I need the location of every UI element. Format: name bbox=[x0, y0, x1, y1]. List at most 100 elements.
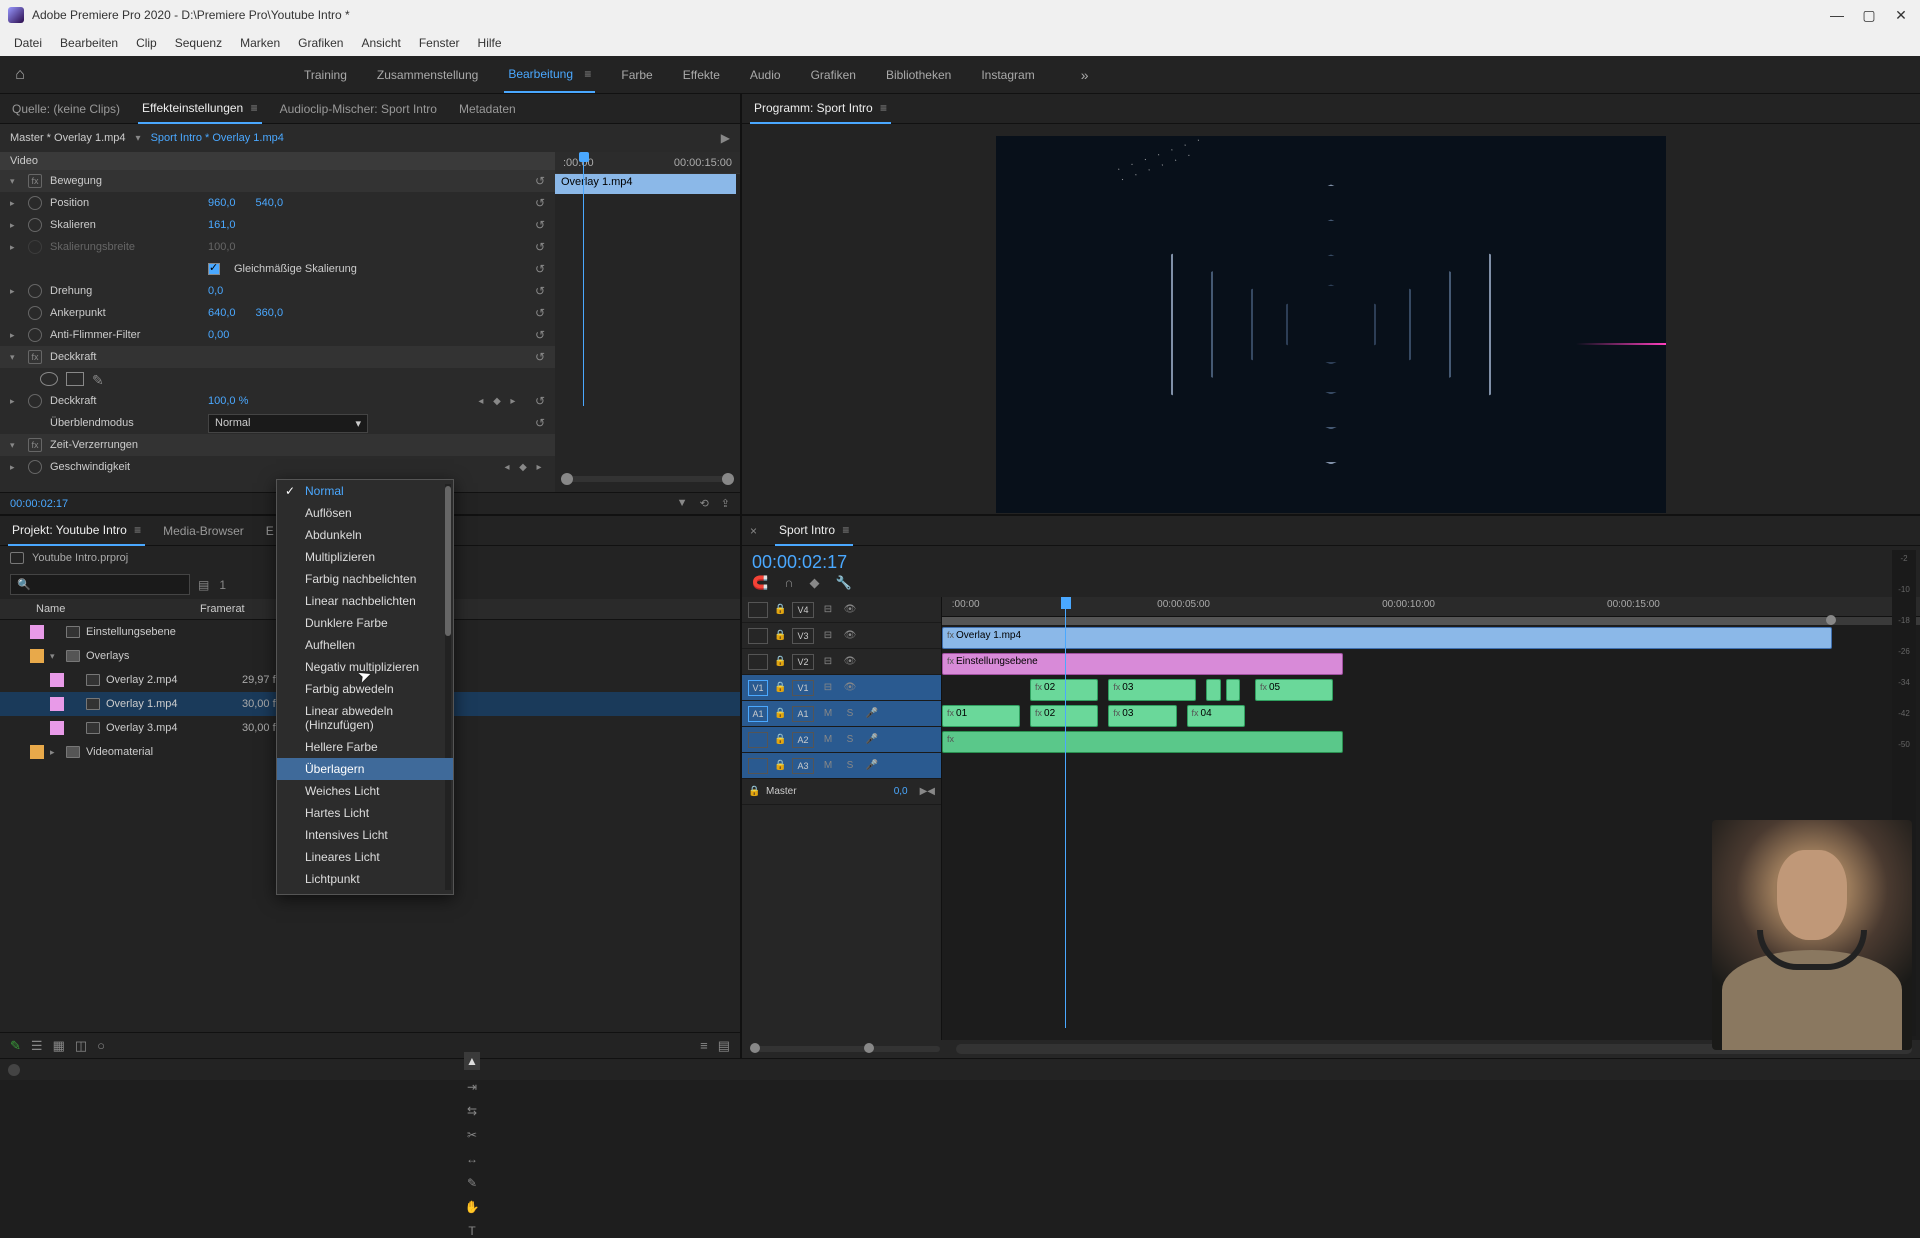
fx-badge-icon[interactable]: fx bbox=[1113, 682, 1120, 692]
twirl-icon[interactable]: ▸ bbox=[50, 747, 60, 758]
ec-mini-timeline[interactable]: :00:00 00:00:15:00 Overlay 1.mp4 bbox=[555, 152, 740, 492]
blend-option-darkercolor[interactable]: Dunklere Farbe bbox=[277, 612, 453, 634]
reset-icon[interactable]: ↺ bbox=[535, 196, 545, 210]
anchor-y[interactable]: 360,0 bbox=[256, 307, 284, 319]
panel-menu-icon[interactable]: ≡ bbox=[247, 101, 257, 115]
uniform-scale-checkbox[interactable] bbox=[208, 263, 220, 275]
home-icon[interactable]: ⌂ bbox=[0, 66, 40, 84]
add-keyframe-icon[interactable]: ◆ bbox=[517, 462, 529, 473]
label-swatch[interactable] bbox=[50, 697, 64, 711]
label-swatch[interactable] bbox=[30, 745, 44, 759]
ec-zoom-slider[interactable] bbox=[561, 476, 734, 482]
stopwatch-icon[interactable] bbox=[28, 394, 42, 408]
workspace-menu-icon[interactable]: ≡ bbox=[581, 67, 591, 81]
ec-motion-group[interactable]: ▾fx Bewegung ↺ bbox=[0, 170, 555, 192]
sync-lock-icon[interactable]: ⊟ bbox=[820, 630, 836, 641]
timeline-clip[interactable]: fx01 bbox=[942, 705, 1020, 727]
source-patch[interactable] bbox=[748, 758, 768, 774]
reset-icon[interactable]: ↺ bbox=[535, 284, 545, 298]
monitor-icon[interactable]: ▶◀ bbox=[920, 786, 935, 797]
reset-icon[interactable]: ↺ bbox=[535, 240, 545, 254]
timeline-clip[interactable]: fx03 bbox=[1108, 705, 1176, 727]
column-name[interactable]: Name bbox=[10, 603, 200, 615]
filter-bin-icon[interactable]: ▤ bbox=[198, 578, 209, 592]
close-button[interactable]: ✕ bbox=[1894, 8, 1908, 22]
lock-icon[interactable]: 🔒 bbox=[748, 786, 760, 797]
prev-keyframe-icon[interactable]: ◂ bbox=[501, 462, 513, 473]
ec-sequence-clip[interactable]: Sport Intro * Overlay 1.mp4 bbox=[151, 132, 284, 144]
ec-opacity-group[interactable]: ▾fx Deckkraft ↺ bbox=[0, 346, 555, 368]
fx-badge-icon[interactable]: fx bbox=[1113, 708, 1120, 718]
toggle-track-output-icon[interactable]: 👁 bbox=[842, 656, 858, 667]
workspace-audio[interactable]: Audio bbox=[746, 58, 785, 92]
mute-icon[interactable]: M bbox=[820, 708, 836, 719]
stopwatch-icon[interactable] bbox=[28, 196, 42, 210]
audio-track-header[interactable]: 🔒 A3 M S 🎤 bbox=[742, 753, 941, 779]
selection-tool-icon[interactable]: ▲ bbox=[464, 1052, 480, 1070]
stopwatch-icon[interactable] bbox=[28, 284, 42, 298]
timeline-audio-clip[interactable]: fx bbox=[942, 731, 1343, 753]
toggle-track-output-icon[interactable]: 👁 bbox=[842, 630, 858, 641]
panel-menu-icon[interactable]: ≡ bbox=[839, 523, 849, 537]
menu-ansicht[interactable]: Ansicht bbox=[353, 33, 408, 53]
sort-icon[interactable]: ≡ bbox=[700, 1038, 708, 1053]
menu-datei[interactable]: Datei bbox=[6, 33, 50, 53]
blend-option-pinlight[interactable]: Lichtpunkt bbox=[277, 868, 453, 890]
workspace-effects[interactable]: Effekte bbox=[679, 58, 724, 92]
mask-rect-icon[interactable] bbox=[66, 372, 84, 386]
timeline-settings-icon[interactable]: 🔧 bbox=[836, 575, 852, 591]
blend-option-linearburn[interactable]: Linear nachbelichten bbox=[277, 590, 453, 612]
timeline-clip[interactable]: fxOverlay 1.mp4 bbox=[942, 627, 1832, 649]
ripple-tool-icon[interactable]: ⇆ bbox=[467, 1104, 477, 1118]
search-input[interactable] bbox=[10, 574, 190, 595]
reset-icon[interactable]: ↺ bbox=[535, 416, 545, 430]
workspace-libraries[interactable]: Bibliotheken bbox=[882, 58, 955, 92]
lock-icon[interactable]: 🔒 bbox=[774, 734, 786, 745]
label-swatch[interactable] bbox=[30, 649, 44, 663]
blend-option-normal[interactable]: Normal bbox=[277, 480, 453, 502]
menu-fenster[interactable]: Fenster bbox=[411, 33, 468, 53]
fx-badge-icon[interactable]: fx bbox=[947, 656, 954, 666]
next-keyframe-icon[interactable]: ▸ bbox=[507, 396, 519, 407]
lock-icon[interactable]: 🔒 bbox=[774, 682, 786, 693]
menu-clip[interactable]: Clip bbox=[128, 33, 165, 53]
antiflicker-value[interactable]: 0,00 bbox=[208, 329, 229, 341]
workspace-training[interactable]: Training bbox=[300, 58, 351, 92]
solo-icon[interactable]: S bbox=[842, 708, 858, 719]
workspace-overflow-icon[interactable]: » bbox=[1081, 67, 1089, 83]
master-value[interactable]: 0,0 bbox=[894, 786, 908, 797]
twirl-icon[interactable]: ▾ bbox=[50, 651, 60, 662]
track-target[interactable]: V3 bbox=[792, 628, 814, 644]
snap-icon[interactable]: 🧲 bbox=[752, 575, 768, 591]
blend-option-colorburn[interactable]: Farbig nachbelichten bbox=[277, 568, 453, 590]
tab-audio-mixer[interactable]: Audioclip-Mischer: Sport Intro bbox=[276, 95, 441, 123]
voiceover-icon[interactable]: 🎤 bbox=[864, 760, 880, 771]
lock-icon[interactable]: 🔒 bbox=[774, 656, 786, 667]
master-track-header[interactable]: 🔒 Master 0,0 ▶◀ bbox=[742, 779, 941, 805]
fx-badge-icon[interactable]: fx bbox=[947, 734, 954, 744]
export-icon[interactable]: ⇪ bbox=[721, 497, 730, 510]
stopwatch-icon[interactable] bbox=[28, 328, 42, 342]
tab-source[interactable]: Quelle: (keine Clips) bbox=[8, 95, 124, 123]
linked-selection-icon[interactable]: ∩ bbox=[784, 575, 793, 591]
source-patch[interactable]: V1 bbox=[748, 680, 768, 696]
fx-badge-icon[interactable]: fx bbox=[1035, 682, 1042, 692]
timeline-clip[interactable]: fxEinstellungsebene bbox=[942, 653, 1343, 675]
reset-icon[interactable]: ↺ bbox=[535, 328, 545, 342]
solo-icon[interactable]: S bbox=[842, 734, 858, 745]
reset-icon[interactable]: ↺ bbox=[535, 174, 545, 188]
mute-icon[interactable]: M bbox=[820, 734, 836, 745]
stopwatch-icon[interactable] bbox=[28, 218, 42, 232]
blend-option-lightercolor[interactable]: Hellere Farbe bbox=[277, 736, 453, 758]
sync-lock-icon[interactable]: ⊟ bbox=[820, 656, 836, 667]
minimize-button[interactable]: — bbox=[1830, 8, 1844, 22]
track-target[interactable]: A1 bbox=[792, 706, 814, 722]
blend-option-vividlight[interactable]: Intensives Licht bbox=[277, 824, 453, 846]
blend-option-linearlight[interactable]: Lineares Licht bbox=[277, 846, 453, 868]
audio-track-header[interactable]: A1 🔒 A1 M S 🎤 bbox=[742, 701, 941, 727]
label-swatch[interactable] bbox=[50, 673, 64, 687]
automate-icon[interactable]: ▤ bbox=[718, 1038, 730, 1054]
mask-pen-icon[interactable]: ✎ bbox=[92, 372, 110, 386]
timeline-clip[interactable]: fx05 bbox=[1255, 679, 1333, 701]
play-icon[interactable]: ▶ bbox=[721, 131, 730, 145]
